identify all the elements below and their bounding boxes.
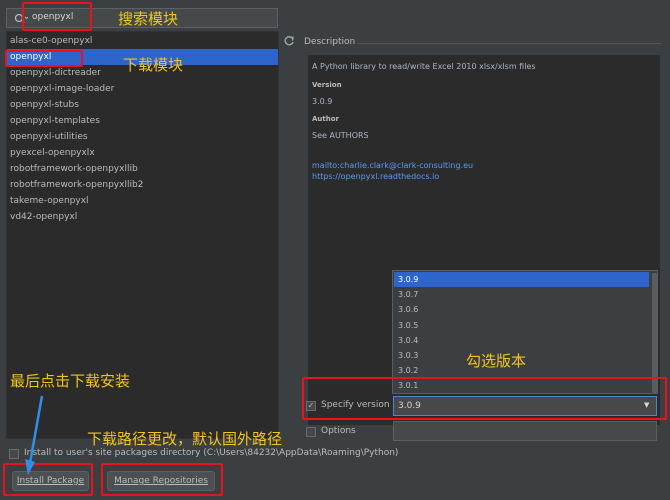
package-list-item[interactable]: openpyxl-stubs (7, 97, 278, 113)
options-checkbox[interactable] (306, 427, 316, 437)
description-label: Description (304, 37, 356, 47)
install-user-checkbox[interactable] (9, 449, 19, 459)
version-option[interactable]: 3.0.9 (394, 272, 649, 287)
version-value: 3.0.9 (312, 97, 333, 106)
annotation-box-package (5, 50, 83, 67)
package-list-item[interactable]: vd42-openpyxl (7, 209, 278, 225)
version-option[interactable]: 3.0.6 (394, 302, 649, 317)
version-option[interactable]: 3.0.4 (394, 333, 649, 348)
package-list-item[interactable]: alas-ce0-openpyxl (7, 33, 278, 49)
annotation-click-install: 最后点击下载安装 (10, 372, 131, 390)
annotation-box-version (302, 377, 667, 420)
install-user-label: Install to user's site packages director… (24, 448, 399, 458)
version-heading: Version (312, 81, 342, 89)
package-list-item[interactable]: pyexcel-openpyxlx (7, 145, 278, 161)
version-option[interactable]: 3.0.7 (394, 287, 649, 302)
options-label: Options (321, 426, 356, 436)
annotation-box-search (22, 2, 92, 31)
docs-link[interactable]: https://openpyxl.readthedocs.io (312, 172, 439, 181)
annotation-select-version: 勾选版本 (466, 352, 527, 370)
annotation-box-manage (101, 463, 223, 496)
description-divider (357, 43, 661, 44)
author-email-link[interactable]: mailto:charlie.clark@clark-consulting.eu (312, 161, 473, 170)
package-list-item[interactable]: openpyxl-utilities (7, 129, 278, 145)
version-scrollbar[interactable] (652, 273, 657, 393)
version-option[interactable]: 3.0.5 (394, 318, 649, 333)
options-input[interactable] (393, 421, 657, 441)
author-value: See AUTHORS (312, 131, 369, 140)
package-list-item[interactable]: takeme-openpyxl (7, 193, 278, 209)
annotation-arrow (25, 395, 44, 475)
package-list-item[interactable]: openpyxl-image-loader (7, 81, 278, 97)
annotation-download-module: 下载模块 (123, 56, 184, 74)
package-summary: A Python library to read/write Excel 201… (312, 62, 536, 71)
package-list-item[interactable]: openpyxl-templates (7, 113, 278, 129)
version-dropdown-list[interactable]: 3.0.9 3.0.7 3.0.6 3.0.5 3.0.4 3.0.3 3.0.2 3.0.1 (392, 270, 658, 394)
package-list-item[interactable]: robotframework-openpyxllib2 (7, 177, 278, 193)
annotation-search-module: 搜索模块 (118, 10, 179, 28)
package-list-item[interactable]: robotframework-openpyxllib (7, 161, 278, 177)
author-heading: Author (312, 115, 339, 123)
annotation-path-change: 下载路径更改，默认国外路径 (87, 430, 283, 448)
refresh-icon[interactable] (283, 35, 295, 47)
annotation-box-install (3, 463, 93, 496)
